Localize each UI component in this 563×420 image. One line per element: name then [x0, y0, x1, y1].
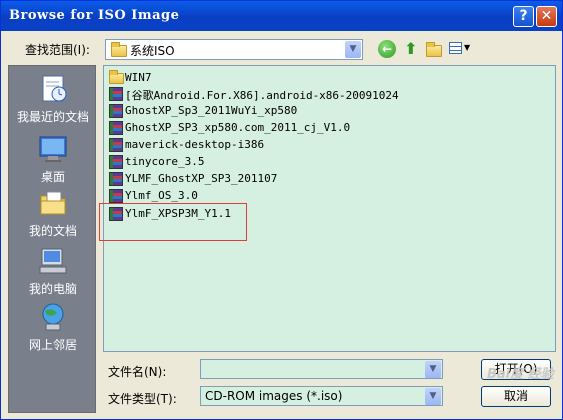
place-my-computer[interactable]: 我的电脑: [9, 246, 97, 297]
place-my-documents[interactable]: 我的文档: [9, 188, 97, 239]
place-label: 我的电脑: [28, 282, 77, 296]
cancel-button[interactable]: 取消: [481, 386, 551, 407]
highlight-annotation-box: [99, 203, 247, 241]
place-desktop[interactable]: 桌面: [9, 134, 97, 185]
iso-file-icon: [109, 87, 123, 101]
iso-file-icon: [109, 104, 123, 118]
iso-file-icon: [109, 172, 123, 186]
file-name: maverick-desktop-i386: [125, 138, 265, 151]
chevron-down-icon[interactable]: ▼: [425, 388, 441, 405]
file-name-input[interactable]: ▼: [200, 359, 443, 379]
iso-file-icon: [109, 155, 123, 169]
new-folder-icon[interactable]: [425, 40, 443, 58]
title-bar[interactable]: Browse for ISO Image ? ✕: [1, 1, 562, 31]
file-name-label: 文件名(N):: [108, 365, 167, 379]
view-grid-icon: [449, 42, 462, 54]
iso-file-icon: [109, 121, 123, 135]
back-icon[interactable]: ←: [378, 40, 396, 58]
file-name: YLMF_GhostXP_SP3_201107: [125, 172, 278, 185]
place-label: 我的文档: [28, 224, 77, 238]
iso-file-icon: [109, 138, 123, 152]
chevron-down-icon[interactable]: ▼: [345, 41, 361, 58]
browse-iso-dialog: Browse for ISO Image ? ✕ 查找范围(I): 系统ISO …: [0, 0, 563, 420]
folder-icon: [109, 70, 124, 85]
file-type-dropdown[interactable]: CD-ROM images (*.iso) ▼: [200, 386, 443, 406]
baidu-watermark: Bai度 经验: [487, 367, 554, 382]
file-name: GhostXP_Sp3_2011WuYi_xp580: [125, 104, 298, 117]
chevron-down-icon: ▼: [464, 43, 471, 52]
iso-file-icon: [109, 189, 123, 203]
my-computer-icon: [37, 246, 69, 276]
desktop-icon: [37, 134, 69, 164]
chevron-down-icon[interactable]: ▼: [425, 361, 441, 378]
folder-icon: [426, 42, 442, 57]
place-recent[interactable]: 我最近的文档: [9, 74, 97, 125]
file-type-value: CD-ROM images (*.iso): [205, 389, 343, 403]
file-name: GhostXP_SP3_xp580.com_2011_cj_V1.0: [125, 121, 351, 134]
place-label: 我最近的文档: [16, 110, 89, 124]
folder-icon: [111, 42, 127, 57]
file-name: WIN7: [125, 71, 152, 84]
place-label: 网上邻居: [28, 338, 77, 352]
look-in-label: 查找范围(I):: [25, 43, 90, 57]
recent-documents-icon: [37, 74, 69, 104]
look-in-dropdown[interactable]: 系统ISO ▼: [105, 39, 363, 60]
file-name: Ylmf_OS_3.0: [125, 189, 198, 202]
file-name: [谷歌Android.For.X86].android-x86-20091024: [125, 89, 399, 102]
my-documents-icon: [37, 188, 69, 218]
network-places-icon: [37, 302, 69, 332]
window-title: Browse for ISO Image: [9, 8, 180, 23]
places-bar: 我最近的文档 桌面 我的文档 我的电脑 网上邻居: [8, 65, 96, 413]
place-label: 桌面: [40, 170, 65, 184]
file-name: tinycore_3.5: [125, 155, 205, 168]
place-network[interactable]: 网上邻居: [9, 302, 97, 353]
help-button[interactable]: ?: [513, 6, 534, 27]
look-in-value: 系统ISO: [130, 44, 175, 58]
close-button[interactable]: ✕: [536, 6, 557, 27]
file-type-label: 文件类型(T):: [108, 392, 177, 406]
up-folder-icon[interactable]: ⬆: [402, 40, 420, 58]
views-menu-icon[interactable]: ▼: [449, 40, 471, 58]
